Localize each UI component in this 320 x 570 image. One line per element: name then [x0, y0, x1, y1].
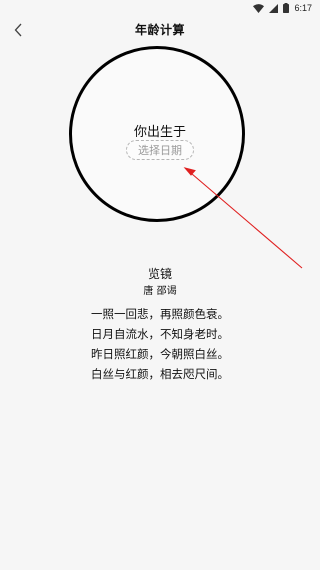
poem-line: 昨日照红颜，今朝照白丝。 [91, 347, 229, 361]
poem-lines: 一照一回悲，再照颜色衰。 日月自流水，不知身老时。 昨日照红颜，今朝照白丝。 白… [0, 304, 320, 384]
poem: 览镜 唐 邵谒 一照一回悲，再照颜色衰。 日月自流水，不知身老时。 昨日照红颜，… [0, 266, 320, 384]
poem-line: 日月自流水，不知身老时。 [91, 327, 229, 341]
poem-author: 唐 邵谒 [143, 286, 177, 297]
poem-line: 一照一回悲，再照颜色衰。 [91, 307, 229, 321]
poem-title: 览镜 [147, 267, 172, 281]
poem-line: 白丝与红颜，相去咫尺间。 [91, 367, 229, 381]
